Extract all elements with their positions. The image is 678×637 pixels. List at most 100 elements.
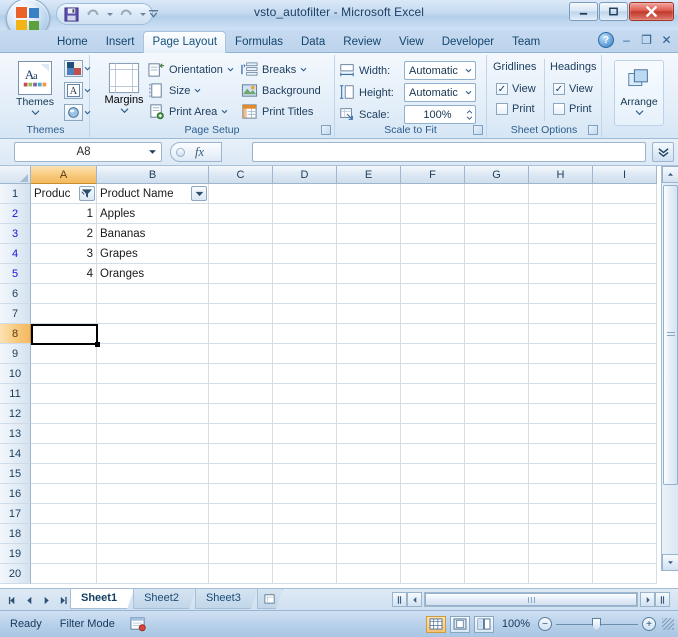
cell-h9[interactable] <box>529 344 593 364</box>
row-header-9[interactable]: 9 <box>0 344 31 364</box>
cell-i6[interactable] <box>593 284 657 304</box>
row-header-2[interactable]: 2 <box>0 204 31 224</box>
height-combo[interactable]: Automatic <box>404 83 476 102</box>
cell-g11[interactable] <box>465 384 529 404</box>
cell-a6[interactable] <box>31 284 97 304</box>
cell-h18[interactable] <box>529 524 593 544</box>
cell-d16[interactable] <box>273 484 337 504</box>
cell-a15[interactable] <box>31 464 97 484</box>
cell-d7[interactable] <box>273 304 337 324</box>
row-header-15[interactable]: 15 <box>0 464 31 484</box>
scale-to-fit-dialog-launcher[interactable] <box>473 125 483 135</box>
scale-spin-arrows[interactable] <box>466 109 473 120</box>
cell-a1-header[interactable]: Produc <box>31 184 97 204</box>
cell-b1-header[interactable]: Product Name <box>97 184 209 204</box>
restore-button[interactable] <box>599 2 628 21</box>
cell-f14[interactable] <box>401 444 465 464</box>
expand-formula-bar-button[interactable] <box>652 142 674 162</box>
doc-minimize-button[interactable]: – <box>619 33 634 48</box>
cell-f17[interactable] <box>401 504 465 524</box>
cell-b4[interactable]: Grapes <box>97 244 209 264</box>
cell-c13[interactable] <box>209 424 273 444</box>
cell-a9[interactable] <box>31 344 97 364</box>
cell-f7[interactable] <box>401 304 465 324</box>
cell-h6[interactable] <box>529 284 593 304</box>
column-header-a[interactable]: A <box>31 166 97 184</box>
cell-d2[interactable] <box>273 204 337 224</box>
cell-f4[interactable] <box>401 244 465 264</box>
page-setup-dialog-launcher[interactable] <box>321 125 331 135</box>
cell-c17[interactable] <box>209 504 273 524</box>
cell-i19[interactable] <box>593 544 657 564</box>
cell-a7[interactable] <box>31 304 97 324</box>
cell-c1[interactable] <box>209 184 273 204</box>
cell-e5[interactable] <box>337 264 401 284</box>
chevron-down-icon[interactable] <box>148 149 157 155</box>
formula-input[interactable] <box>252 142 646 162</box>
cell-f3[interactable] <box>401 224 465 244</box>
insert-worksheet-button[interactable] <box>257 589 283 609</box>
last-sheet-button[interactable] <box>55 592 71 608</box>
gridlines-view-checkbox[interactable]: ✓ View <box>496 83 536 95</box>
tab-home[interactable]: Home <box>48 32 97 53</box>
cell-h16[interactable] <box>529 484 593 504</box>
resize-grip[interactable] <box>662 618 674 630</box>
gridlines-print-checkbox[interactable]: Print <box>496 103 535 115</box>
tab-review[interactable]: Review <box>334 32 390 53</box>
cell-a16[interactable] <box>31 484 97 504</box>
cell-i15[interactable] <box>593 464 657 484</box>
sheet-tab-sheet2[interactable]: Sheet2 <box>133 589 196 609</box>
margins-dropdown-icon[interactable] <box>120 107 129 114</box>
zoom-out-button[interactable]: − <box>538 617 552 631</box>
cell-h13[interactable] <box>529 424 593 444</box>
cell-i1[interactable] <box>593 184 657 204</box>
column-header-e[interactable]: E <box>337 166 401 184</box>
cell-c9[interactable] <box>209 344 273 364</box>
cell-f19[interactable] <box>401 544 465 564</box>
cell-e8[interactable] <box>337 324 401 344</box>
cell-a11[interactable] <box>31 384 97 404</box>
cell-e6[interactable] <box>337 284 401 304</box>
cell-c6[interactable] <box>209 284 273 304</box>
cell-h10[interactable] <box>529 364 593 384</box>
row-header-5[interactable]: 5 <box>0 264 31 284</box>
cell-f9[interactable] <box>401 344 465 364</box>
cell-a13[interactable] <box>31 424 97 444</box>
cell-b3[interactable]: Bananas <box>97 224 209 244</box>
row-header-12[interactable]: 12 <box>0 404 31 424</box>
cell-g2[interactable] <box>465 204 529 224</box>
cell-e11[interactable] <box>337 384 401 404</box>
cell-d1[interactable] <box>273 184 337 204</box>
cell-d17[interactable] <box>273 504 337 524</box>
cell-g10[interactable] <box>465 364 529 384</box>
background-button[interactable]: Background <box>238 80 324 101</box>
cell-c18[interactable] <box>209 524 273 544</box>
cell-b9[interactable] <box>97 344 209 364</box>
row-header-16[interactable]: 16 <box>0 484 31 504</box>
cell-h1[interactable] <box>529 184 593 204</box>
cell-g15[interactable] <box>465 464 529 484</box>
select-all-button[interactable] <box>0 166 31 184</box>
breaks-button[interactable]: Breaks <box>238 59 310 80</box>
hscroll-right-button[interactable] <box>640 592 655 607</box>
row-header-14[interactable]: 14 <box>0 444 31 464</box>
sheet-tab-sheet3[interactable]: Sheet3 <box>195 589 258 609</box>
cell-f12[interactable] <box>401 404 465 424</box>
cell-g20[interactable] <box>465 564 529 584</box>
cell-d10[interactable] <box>273 364 337 384</box>
cell-f5[interactable] <box>401 264 465 284</box>
row-header-11[interactable]: 11 <box>0 384 31 404</box>
row-header-17[interactable]: 17 <box>0 504 31 524</box>
themes-button[interactable]: A a Themes <box>10 59 60 121</box>
cell-d9[interactable] <box>273 344 337 364</box>
cell-b5[interactable]: Oranges <box>97 264 209 284</box>
cell-c10[interactable] <box>209 364 273 384</box>
cell-i11[interactable] <box>593 384 657 404</box>
autofilter-button-b1[interactable] <box>191 186 207 201</box>
cell-e20[interactable] <box>337 564 401 584</box>
headings-print-checkbox[interactable]: Print <box>553 103 592 115</box>
cell-d8[interactable] <box>273 324 337 344</box>
cell-i12[interactable] <box>593 404 657 424</box>
cell-f1[interactable] <box>401 184 465 204</box>
cell-b14[interactable] <box>97 444 209 464</box>
